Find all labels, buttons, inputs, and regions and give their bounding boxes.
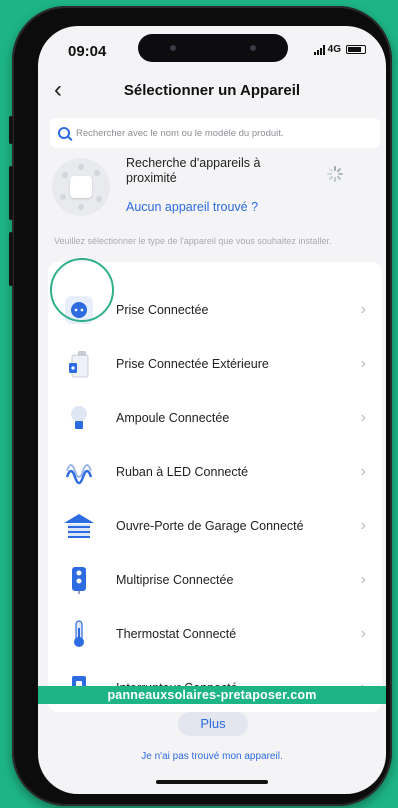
bulb-icon xyxy=(62,401,96,435)
device-label: Ouvre-Porte de Garage Connecté xyxy=(116,519,304,533)
chevron-right-icon: › xyxy=(360,571,366,588)
sensor-icon xyxy=(170,45,176,51)
phone-frame: 09:04 4G ‹ Sélectionner un Appareil Rech… xyxy=(9,6,392,806)
garage-icon xyxy=(62,509,96,543)
device-label: Ruban à LED Connecté xyxy=(116,465,249,479)
plus-button[interactable]: Plus xyxy=(178,712,248,736)
led-strip-icon xyxy=(62,455,96,489)
loading-spinner-icon xyxy=(327,166,343,182)
mute-switch xyxy=(9,116,13,144)
network-type: 4G xyxy=(327,44,341,55)
status-indicators: 4G xyxy=(313,44,366,55)
app-screen: 09:04 4G ‹ Sélectionner un Appareil Rech… xyxy=(38,26,386,794)
dynamic-island xyxy=(138,34,288,62)
device-label: Ampoule Connectée xyxy=(116,411,230,425)
device-not-found-link[interactable]: Je n'ai pas trouvé mon appareil. xyxy=(38,751,386,762)
status-time: 09:04 xyxy=(68,43,107,60)
camera-icon xyxy=(250,45,256,51)
device-row-ruban-led[interactable]: Ruban à LED Connecté › xyxy=(48,445,382,499)
signal-icon xyxy=(313,44,325,55)
device-row-thermostat[interactable]: Thermostat Connecté › xyxy=(48,607,382,661)
chevron-right-icon: › xyxy=(360,625,366,642)
chevron-right-icon: › xyxy=(360,463,366,480)
search-placeholder: Rechercher avec le nom ou le modèle du p… xyxy=(76,127,284,139)
search-icon xyxy=(58,127,70,139)
thermostat-icon xyxy=(62,617,96,651)
battery-icon xyxy=(346,45,366,54)
outdoor-plug-icon xyxy=(62,347,96,381)
device-row-garage[interactable]: Ouvre-Porte de Garage Connecté › xyxy=(48,499,382,553)
no-device-found-link[interactable]: Aucun appareil trouvé ? xyxy=(126,200,258,214)
nav-bar: ‹ Sélectionner un Appareil xyxy=(38,76,386,110)
power-strip-icon xyxy=(62,563,96,597)
device-row-multiprise[interactable]: Multiprise Connectée › xyxy=(48,553,382,607)
nearby-scan-illustration xyxy=(52,158,110,216)
highlight-circle xyxy=(50,258,114,322)
volume-down-button xyxy=(9,232,13,286)
device-label: Thermostat Connecté xyxy=(116,627,237,641)
chevron-right-icon: › xyxy=(360,355,366,372)
device-row-ampoule[interactable]: Ampoule Connectée › xyxy=(48,391,382,445)
home-indicator[interactable] xyxy=(156,780,268,784)
search-input[interactable]: Rechercher avec le nom ou le modèle du p… xyxy=(50,118,380,148)
watermark-banner: panneauxsolaires-pretaposer.com xyxy=(38,686,386,704)
device-label: Multiprise Connectée xyxy=(116,573,234,587)
device-label: Prise Connectée xyxy=(116,303,209,317)
chevron-right-icon: › xyxy=(360,517,366,534)
page-title: Sélectionner un Appareil xyxy=(123,82,301,99)
nearby-search-title: Recherche d'appareils à proximité xyxy=(126,156,261,185)
volume-up-button xyxy=(9,166,13,220)
chevron-right-icon: › xyxy=(360,409,366,426)
chevron-right-icon: › xyxy=(360,301,366,318)
device-row-prise-exterieure[interactable]: Prise Connectée Extérieure › xyxy=(48,337,382,391)
device-type-list: Prise Connectée › Prise Connectée Extéri… xyxy=(48,262,382,712)
device-label: Prise Connectée Extérieure xyxy=(116,357,269,371)
device-type-hint: Veuillez sélectionner le type de l'appar… xyxy=(54,236,332,246)
